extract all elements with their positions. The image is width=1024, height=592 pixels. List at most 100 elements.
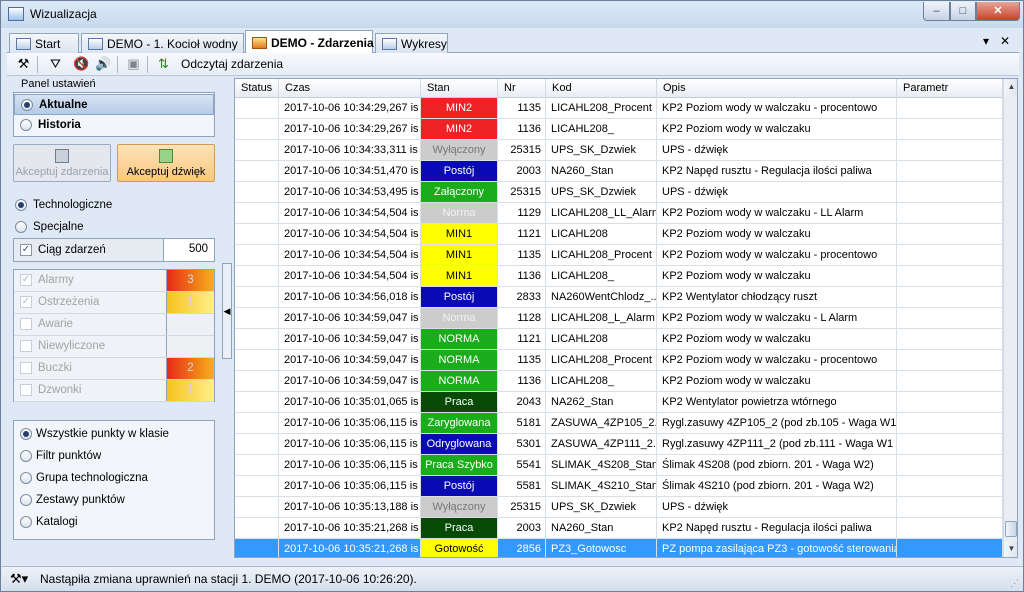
- collapse-panel-button[interactable]: ◀: [222, 263, 232, 359]
- accept-icon: [55, 149, 69, 163]
- source-special[interactable]: Specjalne: [7, 216, 84, 238]
- table-row[interactable]: 2017-10-06 10:34:29,267 is MIN2 1136 LICAHL…: [235, 119, 1003, 140]
- table-row[interactable]: 2017-10-06 10:34:51,470 is Postój 2003 NA26…: [235, 161, 1003, 182]
- scroll-up-icon[interactable]: ▲: [1004, 79, 1017, 95]
- filter-option[interactable]: Grupa technologiczna: [14, 467, 148, 489]
- cell-stan: Norma: [421, 203, 498, 223]
- table-row[interactable]: 2017-10-06 10:35:21,268 is Praca 2003 NA260…: [235, 518, 1003, 539]
- category-row[interactable]: Buczki 2: [14, 358, 214, 380]
- resize-grip-icon[interactable]: ⋰: [1010, 578, 1019, 589]
- cell-czas: 2017-10-06 10:35:21,268 is: [279, 539, 421, 557]
- category-row[interactable]: Awarie: [14, 314, 214, 336]
- table-row[interactable]: 2017-10-06 10:35:21,268 is Gotowość 2856 PZ…: [235, 539, 1003, 557]
- scroll-down-icon[interactable]: ▼: [1004, 541, 1017, 557]
- cell-status: [235, 350, 279, 370]
- toolbar-separator: [37, 56, 38, 73]
- cell-nr: 5301: [498, 434, 546, 454]
- table-row[interactable]: 2017-10-06 10:35:01,065 is Praca 2043 NA262…: [235, 392, 1003, 413]
- radio-icon: [20, 119, 32, 131]
- sound-icon[interactable]: 🔊: [95, 56, 112, 72]
- filter-option-label: Grupa technologiczna: [36, 472, 148, 484]
- col-kod[interactable]: Kod: [546, 79, 657, 98]
- cell-status: [235, 371, 279, 391]
- radio-icon: [20, 472, 32, 484]
- tab-zdarzenia[interactable]: DEMO - Zdarzenia: [245, 30, 374, 54]
- col-stan[interactable]: Stan: [421, 79, 498, 98]
- table-row[interactable]: 2017-10-06 10:35:13,188 is Wyłączony 25315…: [235, 497, 1003, 518]
- grid-header: Status Czas Stan Nr Kod Opis Parametr: [235, 79, 1003, 98]
- category-row[interactable]: Niewyliczone: [14, 336, 214, 358]
- category-count: [166, 336, 214, 357]
- toolbar-separator: [117, 56, 118, 73]
- table-row[interactable]: 2017-10-06 10:34:54,504 is Norma 1129 LICAH…: [235, 203, 1003, 224]
- tab-list-dropdown[interactable]: ▾: [983, 34, 989, 48]
- accept-sound-button[interactable]: Akceptuj dźwięk: [117, 144, 215, 182]
- tools-icon[interactable]: ⚒▾: [10, 571, 28, 587]
- mode-aktualne[interactable]: Aktualne: [14, 94, 214, 115]
- tab-close-button[interactable]: ✕: [1000, 34, 1010, 48]
- tab-label: DEMO - 1. Kocioł wodny: [107, 37, 238, 51]
- tab-kociol[interactable]: DEMO - 1. Kocioł wodny: [81, 33, 244, 53]
- cell-kod: LICAHL208_Procent: [546, 350, 657, 370]
- tools-icon[interactable]: ⚒: [15, 56, 32, 72]
- category-row[interactable]: ✓ Alarmy 3: [14, 270, 214, 292]
- col-status[interactable]: Status: [235, 79, 279, 98]
- table-row[interactable]: 2017-10-06 10:35:06,115 is Praca Szybko 55…: [235, 455, 1003, 476]
- close-window-button[interactable]: ✕: [976, 2, 1020, 21]
- col-czas[interactable]: Czas: [279, 79, 421, 98]
- table-row[interactable]: 2017-10-06 10:35:06,115 is Zaryglowana 518…: [235, 413, 1003, 434]
- read-events-button[interactable]: Odczytaj zdarzenia: [181, 57, 283, 71]
- cell-stan: Wyłączony: [421, 140, 498, 160]
- chain-value[interactable]: 500: [189, 243, 208, 255]
- tab-wykresy[interactable]: Wykresy: [375, 33, 448, 53]
- cell-status: [235, 119, 279, 139]
- source-tech[interactable]: Technologiczne: [7, 194, 112, 216]
- table-row[interactable]: 2017-10-06 10:35:06,115 is Odryglowana 530…: [235, 434, 1003, 455]
- filter-option[interactable]: Katalogi: [14, 511, 78, 533]
- cell-czas: 2017-10-06 10:34:33,311 is: [279, 140, 421, 160]
- cell-parametr: [897, 182, 1003, 202]
- filter-icon[interactable]: ⛛: [47, 56, 64, 72]
- col-opis[interactable]: Opis: [657, 79, 897, 98]
- toolbar-separator: [147, 56, 148, 73]
- table-row[interactable]: 2017-10-06 10:34:29,267 is MIN2 1135 LICAHL…: [235, 98, 1003, 119]
- filter-option[interactable]: Filtr punktów: [14, 445, 101, 467]
- tab-start[interactable]: Start: [9, 33, 79, 53]
- cell-kod: NA260_Stan: [546, 518, 657, 538]
- table-row[interactable]: 2017-10-06 10:34:59,047 is NORMA 1135 LICAH…: [235, 350, 1003, 371]
- cell-kod: NA260WentChlodz_...: [546, 287, 657, 307]
- table-row[interactable]: 2017-10-06 10:34:33,311 is Wyłączony 25315…: [235, 140, 1003, 161]
- table-row[interactable]: 2017-10-06 10:34:54,504 is MIN1 1136 LICAHL…: [235, 266, 1003, 287]
- cell-parametr: [897, 119, 1003, 139]
- maximize-button[interactable]: □: [950, 2, 976, 21]
- table-row[interactable]: 2017-10-06 10:34:53,495 is Załączony 25315…: [235, 182, 1003, 203]
- accept-events-button[interactable]: Akceptuj zdarzenia: [13, 144, 111, 182]
- radio-icon: [15, 199, 27, 211]
- col-nr[interactable]: Nr: [498, 79, 546, 98]
- table-row[interactable]: 2017-10-06 10:34:56,018 is Postój 2833 NA26…: [235, 287, 1003, 308]
- filter-option[interactable]: Wszystkie punkty w klasie: [14, 423, 169, 445]
- scroll-thumb[interactable]: [1005, 521, 1017, 537]
- table-row[interactable]: 2017-10-06 10:35:06,115 is Postój 5581 SLIM…: [235, 476, 1003, 497]
- mode-historia[interactable]: Historia: [14, 115, 214, 136]
- table-row[interactable]: 2017-10-06 10:34:54,504 is MIN1 1121 LICAHL…: [235, 224, 1003, 245]
- table-row[interactable]: 2017-10-06 10:34:59,047 is Norma 1128 LICAH…: [235, 308, 1003, 329]
- accept-icon[interactable]: ▣: [125, 56, 142, 72]
- minimize-button[interactable]: –: [923, 2, 950, 21]
- table-row[interactable]: 2017-10-06 10:34:54,504 is MIN1 1135 LICAHL…: [235, 245, 1003, 266]
- refresh-icon[interactable]: ⇅: [155, 56, 172, 72]
- source-special-label: Specjalne: [33, 221, 84, 233]
- cell-opis: Rygl.zasuwy 4ZP111_2 (pod zb.111 - Waga …: [657, 434, 897, 454]
- cell-czas: 2017-10-06 10:34:54,504 is: [279, 245, 421, 265]
- vertical-scrollbar[interactable]: ▲ ▼: [1003, 79, 1017, 557]
- table-row[interactable]: 2017-10-06 10:34:59,047 is NORMA 1121 LICAH…: [235, 329, 1003, 350]
- filter-option[interactable]: Zestawy punktów: [14, 489, 125, 511]
- col-parametr[interactable]: Parametr: [897, 79, 1003, 98]
- table-row[interactable]: 2017-10-06 10:34:59,047 is NORMA 1136 LICAH…: [235, 371, 1003, 392]
- category-row[interactable]: ✓ Ostrzeżenia 1: [14, 292, 214, 314]
- category-count: 3: [166, 270, 214, 291]
- chain-checkbox[interactable]: ✓ Ciąg zdarzeń: [14, 239, 164, 261]
- mute-icon[interactable]: 🔇: [73, 56, 90, 72]
- category-row[interactable]: Dzwonki 1: [14, 380, 214, 402]
- cell-status: [235, 308, 279, 328]
